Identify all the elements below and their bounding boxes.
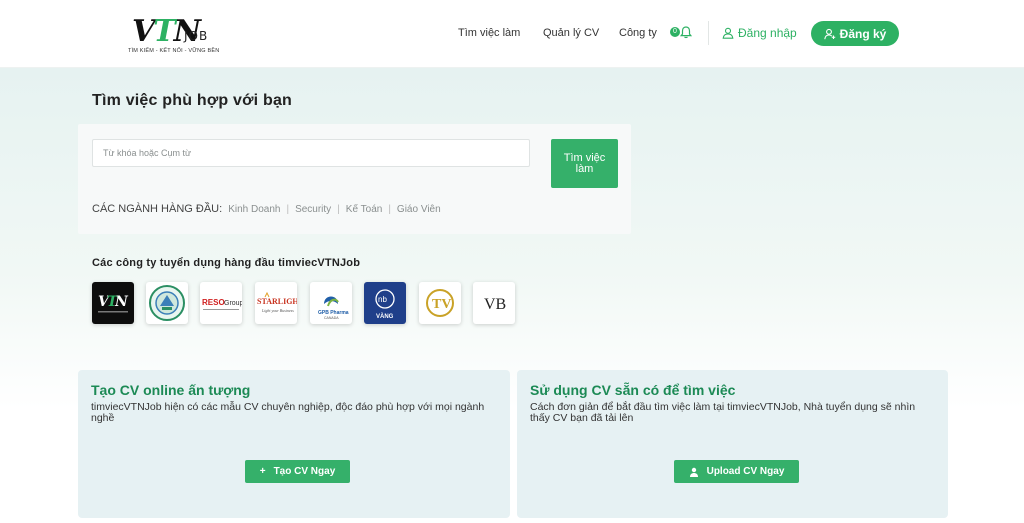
school-emblem-image [149,285,185,321]
svg-text:N: N [114,294,129,310]
top-industries: CÁC NGÀNH HÀNG ĐẦU: Kinh Doanh | Securit… [92,203,441,215]
create-cv-button[interactable]: + Tạo CV Ngay [245,460,350,483]
company-logo-tv-gold[interactable]: TV [419,282,461,324]
company-logo-reso[interactable]: RESO Group [200,282,242,324]
industry-link[interactable]: Giáo Viên [397,204,441,215]
search-button[interactable]: Tìm việc làm [551,139,618,188]
reso-group-logo-image: RESO Group [202,298,242,310]
svg-text:VB: VB [484,296,506,313]
top-industries-label: CÁC NGÀNH HÀNG ĐẦU: [92,203,223,215]
tv-gold-logo-image: TV [426,289,454,317]
svg-text:RESO: RESO [202,298,225,307]
company-logo-gpb[interactable]: GPB Pharma CANADA [310,282,352,324]
upload-cv-button[interactable]: Upload CV Ngay [674,460,799,483]
bell-icon [680,26,692,39]
logo-tagline: TÌM KIẾM - KẾT NỐI - VỮNG BỀN [128,48,220,54]
starlight-logo-image: STARLIGHT Light your Business [257,291,297,313]
add-user-icon [823,28,835,39]
site-logo[interactable]: VTN JOB TÌM KIẾM - KẾT NỐI - VỮNG BỀN [128,14,219,56]
login-label: Đăng nhập [738,26,797,40]
hero-title: Tìm việc phù hợp với bạn [92,92,293,109]
upload-cv-title: Sử dụng CV sẵn có để tìm việc [530,382,736,398]
company-logo-emblem[interactable] [146,282,188,324]
svg-text:TV: TV [432,297,451,312]
login-link[interactable]: Đăng nhập [722,26,797,40]
top-companies-title: Các công ty tuyển dụng hàng đầu timviecV… [92,257,361,269]
register-label: Đăng ký [839,26,887,41]
industry-link[interactable]: Kinh Doanh [228,204,280,215]
logo-job-text: JOB [184,29,209,43]
nav-cv-manage[interactable]: Quản lý CV [543,27,599,39]
upload-cv-button-label: Upload CV Ngay [706,466,785,477]
industry-separator: | [286,203,290,215]
search-input[interactable] [92,139,530,167]
vb-logo-image: VB [484,296,506,313]
industry-separator: | [337,203,340,215]
site-header: VTN JOB TÌM KIẾM - KẾT NỐI - VỮNG BỀN Tì… [0,0,1024,68]
company-logo-nhuom-ban-vang[interactable]: nb VÀNG [364,282,406,324]
svg-text:nb: nb [378,295,387,304]
svg-text:CANADA: CANADA [324,316,339,320]
register-button[interactable]: Đăng ký [811,21,899,46]
create-cv-title: Tạo CV online ấn tượng [91,382,251,398]
nhuom-ban-vang-logo-image: nb VÀNG [375,289,395,320]
upload-icon [689,467,698,477]
company-logo-vtnjob[interactable]: V T N [92,282,134,324]
create-cv-description: timviecVTNJob hiện có các mẫu CV chuyên … [91,401,485,424]
notification-button[interactable]: 0 [670,26,692,40]
industry-link[interactable]: Kế Toán [346,204,383,215]
create-cv-button-label: Tạo CV Ngay [273,466,336,477]
svg-text:STARLIGHT: STARLIGHT [257,297,297,306]
nav-divider [708,21,709,45]
industry-separator: | [388,203,391,215]
user-icon [722,27,734,39]
plus-icon: + [259,466,266,477]
upload-cv-card: Sử dụng CV sẵn có để tìm việc Cách đơn g… [517,370,948,518]
vtnjob-logo-image: V T N [98,294,129,313]
notification-count-badge: 0 [670,27,680,37]
company-logo-vb[interactable]: VB [473,282,515,324]
create-cv-card: Tạo CV online ấn tượng timviecVTNJob hiệ… [78,370,510,518]
svg-text:Light your Business: Light your Business [261,308,294,313]
company-logo-starlight[interactable]: STARLIGHT Light your Business [255,282,297,324]
gpb-pharma-logo-image: GPB Pharma CANADA [318,296,349,320]
svg-text:Group: Group [224,300,242,307]
svg-text:VÀNG: VÀNG [376,313,394,320]
industry-link[interactable]: Security [295,204,331,215]
upload-cv-description: Cách đơn giản để bắt đầu tìm việc làm tạ… [530,401,916,424]
nav-company[interactable]: Công ty [619,27,657,39]
nav-find-jobs[interactable]: Tìm việc làm [458,27,520,39]
